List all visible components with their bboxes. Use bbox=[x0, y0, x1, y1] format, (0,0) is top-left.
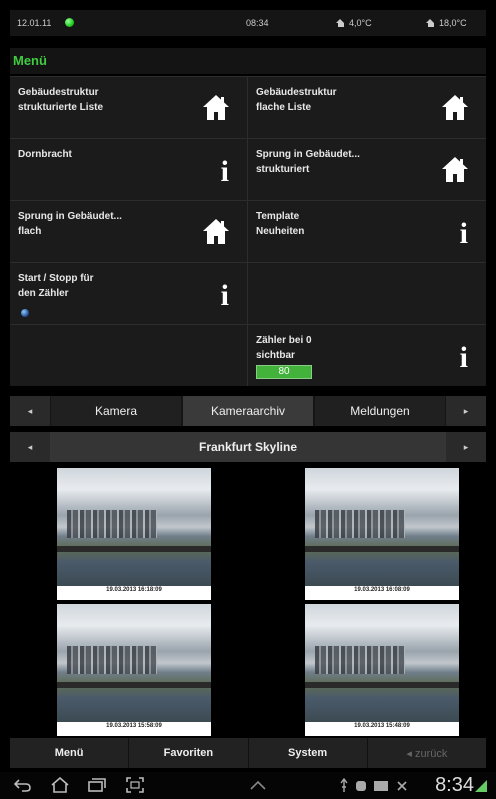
menu-header: Menü bbox=[10, 48, 486, 74]
bottom-navigation: Menü Favoriten System ◂ zurück bbox=[10, 738, 486, 768]
house-icon bbox=[442, 95, 468, 121]
skyline-image bbox=[57, 604, 211, 722]
tile-sublabel: den Zähler bbox=[18, 288, 69, 299]
nav-back-button[interactable]: ◂ zurück bbox=[368, 738, 486, 768]
tile-zaehler-sichtbar[interactable]: Zähler bei 0 sichtbar 80 i bbox=[248, 325, 486, 386]
tab-kameraarchiv[interactable]: Kameraarchiv bbox=[182, 396, 314, 426]
tile-sublabel: flache Liste bbox=[256, 102, 312, 113]
camera-tabs: ◂ Kamera Kameraarchiv Meldungen ▸ bbox=[10, 396, 486, 426]
inside-house-icon bbox=[426, 19, 435, 27]
photo-thumbnail[interactable]: 19.03.2013 15:58:09 bbox=[57, 604, 211, 736]
back-icon[interactable] bbox=[14, 778, 32, 792]
house-icon bbox=[442, 157, 468, 183]
info-icon: i bbox=[220, 155, 229, 188]
camera-next-arrow-icon[interactable]: ▸ bbox=[446, 432, 486, 462]
photo-caption: 19.03.2013 16:18:09 bbox=[106, 587, 162, 593]
tile-label: Gebäudestruktur bbox=[256, 87, 337, 98]
skyline-image bbox=[305, 468, 459, 586]
tile-sublabel: sichtbar bbox=[256, 350, 295, 361]
photo-thumbnail[interactable]: 19.03.2013 15:48:09 bbox=[305, 604, 459, 736]
photo-caption: 19.03.2013 15:58:09 bbox=[106, 723, 162, 729]
counter-value: 80 bbox=[256, 365, 312, 379]
photo-caption: 19.03.2013 15:48:09 bbox=[354, 723, 410, 729]
tile-row: Start / Stopp für den Zähler i bbox=[10, 262, 486, 324]
outside-temp-value: 4,0°C bbox=[349, 18, 372, 28]
tile-empty bbox=[248, 263, 486, 324]
tile-label: Start / Stopp für bbox=[18, 273, 94, 284]
photo-gallery: 19.03.2013 16:18:09 19.03.2013 16:08:09 … bbox=[10, 464, 486, 736]
photo-thumbnail[interactable]: 19.03.2013 16:08:09 bbox=[305, 468, 459, 600]
status-bar: 12.01.11 08:34 4,0°C 18,0°C bbox=[10, 10, 486, 36]
info-icon: i bbox=[459, 217, 468, 250]
tile-sublabel: strukturierte Liste bbox=[18, 102, 104, 113]
house-icon bbox=[203, 95, 229, 121]
nav-menu-button[interactable]: Menü bbox=[10, 738, 130, 768]
tile-row: Dornbracht i Sprung in Gebäudet... strukt… bbox=[10, 138, 486, 200]
tile-row: Zähler bei 0 sichtbar 80 i bbox=[10, 324, 486, 386]
status-date: 12.01.11 bbox=[17, 18, 52, 28]
tile-sublabel: Neuheiten bbox=[256, 226, 305, 237]
tile-start-stopp-zaehler[interactable]: Start / Stopp für den Zähler i bbox=[10, 263, 248, 324]
info-icon: i bbox=[459, 341, 468, 374]
photo-thumbnail[interactable]: 19.03.2013 16:18:09 bbox=[57, 468, 211, 600]
tile-empty bbox=[10, 325, 248, 386]
tile-label: Zähler bei 0 bbox=[256, 335, 312, 346]
tile-sublabel: flach bbox=[18, 226, 42, 237]
connection-status-icon bbox=[65, 18, 74, 27]
photo-caption: 19.03.2013 16:08:09 bbox=[354, 587, 410, 593]
outside-house-icon bbox=[336, 19, 345, 27]
tab-meldungen[interactable]: Meldungen bbox=[314, 396, 446, 426]
skyline-image bbox=[57, 468, 211, 586]
tile-dornbracht[interactable]: Dornbracht i bbox=[10, 139, 248, 200]
home-icon[interactable] bbox=[50, 777, 70, 793]
signal-battery-icon bbox=[475, 780, 487, 792]
tab-kamera[interactable]: Kamera bbox=[50, 396, 182, 426]
camera-prev-arrow-icon[interactable]: ◂ bbox=[10, 432, 50, 462]
tabs-right-arrow-icon[interactable]: ▸ bbox=[446, 396, 486, 426]
nav-system-button[interactable]: System bbox=[249, 738, 368, 768]
recent-apps-icon[interactable] bbox=[88, 778, 106, 792]
tile-row: Sprung in Gebäudet... flach Template Neuhe… bbox=[10, 200, 486, 262]
system-clock: 8:34 bbox=[435, 774, 474, 796]
tile-sprung-strukturiert[interactable]: Sprung in Gebäudet... strukturiert bbox=[248, 139, 486, 200]
nav-favoriten-button[interactable]: Favoriten bbox=[129, 738, 249, 768]
menu-title: Menü bbox=[13, 53, 47, 68]
camera-selector: ◂ Frankfurt Skyline ▸ bbox=[10, 432, 486, 462]
info-icon: i bbox=[220, 279, 229, 312]
tile-sublabel: strukturiert bbox=[256, 164, 310, 175]
status-time: 08:34 bbox=[246, 18, 269, 28]
status-indicator-icon bbox=[21, 309, 29, 317]
inside-temperature: 18,0°C bbox=[426, 18, 467, 28]
android-system-bar: 8:34 bbox=[0, 772, 496, 799]
tile-label: Gebäudestruktur bbox=[18, 87, 99, 98]
chevron-up-icon[interactable] bbox=[250, 781, 266, 790]
tile-label: Sprung in Gebäudet... bbox=[256, 149, 360, 160]
tile-gebaeudestruktur-strukturiert[interactable]: Gebäudestruktur strukturierte Liste bbox=[10, 77, 248, 138]
tile-row: Gebäudestruktur strukturierte Liste Gebäu… bbox=[10, 76, 486, 138]
tile-label: Sprung in Gebäudet... bbox=[18, 211, 122, 222]
tile-gebaeudestruktur-flach[interactable]: Gebäudestruktur flache Liste bbox=[248, 77, 486, 138]
inside-temp-value: 18,0°C bbox=[439, 18, 467, 28]
outside-temperature: 4,0°C bbox=[336, 18, 372, 28]
tile-grid: Gebäudestruktur strukturierte Liste Gebäu… bbox=[10, 76, 486, 386]
house-icon bbox=[203, 219, 229, 245]
tile-sprung-flach[interactable]: Sprung in Gebäudet... flach bbox=[10, 201, 248, 262]
notification-icons bbox=[340, 778, 407, 792]
camera-title: Frankfurt Skyline bbox=[50, 432, 446, 462]
tabs-left-arrow-icon[interactable]: ◂ bbox=[10, 396, 50, 426]
skyline-image bbox=[305, 604, 459, 722]
tile-template-neuheiten[interactable]: Template Neuheiten i bbox=[248, 201, 486, 262]
tile-label: Template bbox=[256, 211, 300, 222]
screenshot-icon[interactable] bbox=[126, 777, 144, 793]
tile-label: Dornbracht bbox=[18, 149, 72, 160]
